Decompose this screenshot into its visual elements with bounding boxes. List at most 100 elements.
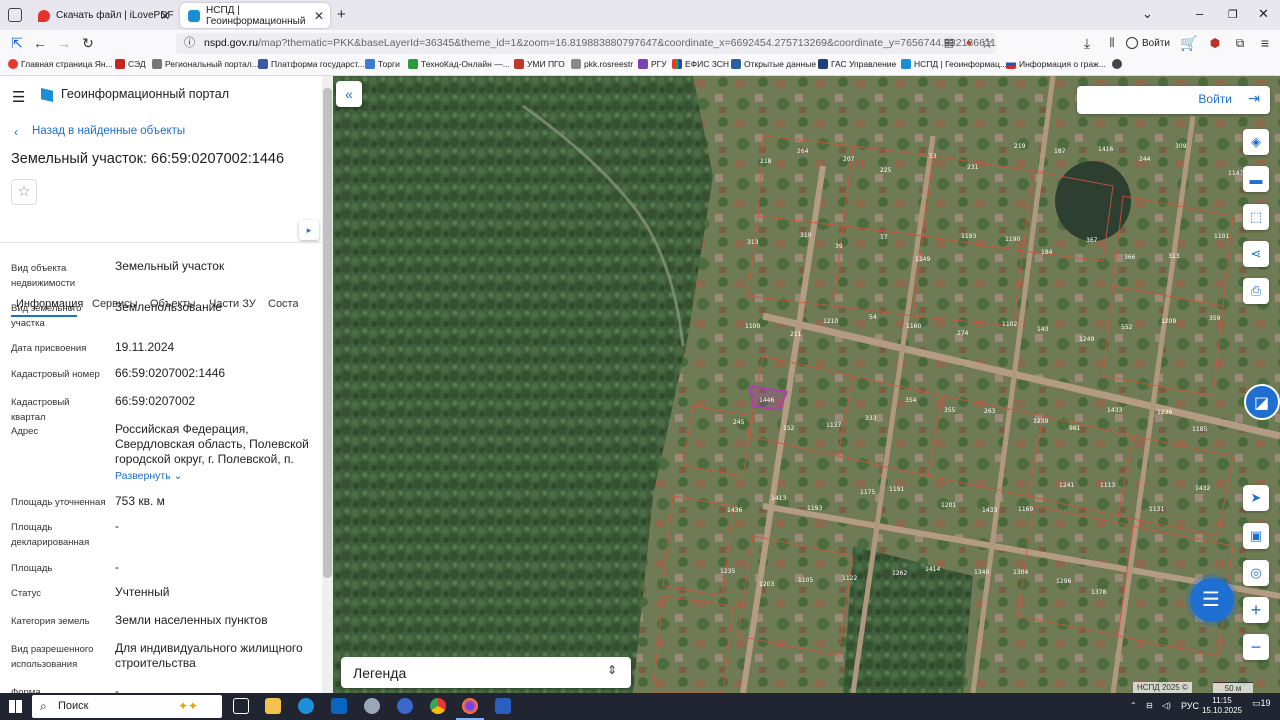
scrollbar-thumb[interactable] [323, 88, 332, 578]
measure-button[interactable]: ▬ [1243, 166, 1269, 192]
expand-link[interactable]: Развернуть ⌄ [115, 470, 182, 482]
print-button[interactable]: ⎙ [1243, 278, 1269, 304]
bookmark-item[interactable]: НСПД | Геоинформац... [901, 59, 1007, 69]
collapse-panel-button[interactable]: « [336, 81, 362, 107]
back-link[interactable]: Назад в найденные объекты [32, 125, 185, 137]
map-view[interactable]: 1446 218 264 207 225 53 231 219 187 1416 244 309 11… [333, 76, 1280, 693]
tab-list-chevron-icon[interactable]: ⌄ [1142, 6, 1153, 22]
field-value: Земли населенных пунктов [115, 613, 268, 627]
library-icon[interactable]: ⫼ [1103, 34, 1121, 52]
login-button[interactable]: Войти ⇥ [1077, 86, 1270, 114]
plot-number-label: 552 [1121, 324, 1133, 331]
object-info-panel: ☰ Геоинформационный портал ‹ Назад в най… [0, 76, 333, 693]
chrome-icon[interactable] [430, 698, 446, 714]
bookmark-item[interactable]: ГАС Управление [818, 59, 896, 69]
bookmark-item[interactable]: Платформа государст... [258, 59, 364, 69]
bookmark-item[interactable]: ТехноКад-Онлайн —... [408, 59, 510, 69]
tabs-divider [0, 242, 322, 243]
plot-number-label: 1413 [771, 495, 786, 502]
bookmark-item[interactable]: УМИ ПГО [514, 59, 565, 69]
field-label: Адрес [11, 426, 39, 437]
new-tab-icon[interactable]: + [337, 6, 346, 23]
yandex-browser-icon[interactable] [397, 698, 413, 714]
zoom-in-button[interactable]: + [1243, 597, 1269, 623]
bookmark-item[interactable] [1112, 59, 1125, 69]
close-icon[interactable]: ✕ [160, 9, 170, 23]
download-icon[interactable]: ⤓ [1078, 34, 1096, 52]
bookmark-item[interactable]: Информация о граж... [1006, 59, 1106, 69]
close-icon[interactable]: ✕ [314, 9, 324, 23]
bookmark-item[interactable]: Главная страница Ян... [8, 59, 113, 69]
file-explorer-icon[interactable] [265, 698, 281, 714]
outlook-icon[interactable] [331, 698, 347, 714]
open-data-icon [731, 59, 741, 69]
volume-icon[interactable]: ◁) [1162, 701, 1171, 711]
tab-list-icon[interactable] [8, 8, 22, 22]
restore-icon[interactable]: ❐ [1228, 8, 1238, 21]
tab-nspd[interactable]: НСПД | Геоинформационный ✕ [180, 3, 330, 28]
layers-button[interactable]: ◈ [1243, 129, 1269, 155]
windows-start-icon[interactable] [9, 700, 22, 713]
address-bar[interactable]: ⓘ nspd.gov.ru/map?thematic=PKK&baseLayer… [176, 33, 996, 54]
navigate-button[interactable]: ➤ [1243, 485, 1269, 511]
cart-icon[interactable]: 🛒 [1180, 34, 1198, 52]
minimap-button[interactable]: ▣ [1243, 523, 1269, 549]
tabs-scroll-right-icon[interactable]: ▸ [299, 220, 319, 240]
menu-icon[interactable]: ≡ [1256, 34, 1274, 52]
hamburger-menu-icon[interactable]: ☰ [12, 88, 25, 106]
bookmark-star-icon[interactable]: ☆ [978, 34, 996, 52]
bookmark-item[interactable]: ЕФИС ЗСН [672, 59, 729, 69]
back-chevron-icon[interactable]: ‹ [14, 125, 18, 139]
plot-number-label: 310 [800, 232, 812, 239]
favorite-star-icon[interactable]: ☆ [11, 179, 37, 205]
notifications-icon[interactable]: ▭19 [1252, 698, 1271, 708]
word-document-icon[interactable] [495, 698, 511, 714]
satellite-map[interactable]: 1446 218 264 207 225 53 231 219 187 1416 244 309 11… [333, 76, 1280, 693]
field-label: Кадастровый номер [11, 369, 100, 380]
layers-icon: ◈ [1251, 134, 1261, 149]
support-chat-button[interactable]: ☰ [1190, 578, 1234, 622]
bookmark-item[interactable]: Открытые данные [731, 59, 816, 69]
taskbar-search[interactable]: ⌕ Поиск ✦✦ [32, 695, 222, 718]
back-arrow-icon[interactable]: ← [31, 34, 49, 52]
plot-number-label: 219 [1014, 143, 1026, 150]
reload-icon[interactable]: ↻ [79, 34, 97, 52]
language-indicator[interactable]: РУС [1181, 701, 1199, 711]
legend-dropdown[interactable]: Легенда ⇕ [341, 657, 631, 688]
panel-scrollbar[interactable] [322, 76, 333, 693]
extensions-puzzle-icon[interactable]: ⧉ [1231, 34, 1249, 52]
bookmark-item[interactable]: РГУ [638, 59, 667, 69]
clock[interactable]: 11:15 15.10.2025 [1200, 696, 1244, 716]
select-area-button[interactable]: ⬚ [1243, 204, 1269, 230]
reader-view-icon[interactable]: ▤ [940, 34, 958, 52]
minimize-icon[interactable]: – [1196, 6, 1203, 21]
extension-icon[interactable]: ● [960, 34, 978, 52]
window-close-icon[interactable]: ✕ [1258, 6, 1269, 22]
extension-shield-icon[interactable]: ⬢ [1206, 34, 1224, 52]
locate-button[interactable]: ◎ [1243, 560, 1269, 586]
chat-assistant-button[interactable]: ◪ [1244, 384, 1280, 420]
share-icon[interactable]: ⇱ [8, 34, 26, 52]
account-button[interactable]: Войти [1126, 34, 1170, 52]
share-button[interactable]: ⋖ [1243, 241, 1269, 267]
site-info-icon[interactable]: ⓘ [184, 33, 195, 54]
login-label: Войти [1198, 92, 1232, 106]
plot-number-label: 218 [760, 158, 772, 165]
network-icon[interactable]: ⊟ [1146, 701, 1153, 711]
rgu-icon [638, 59, 648, 69]
zoom-out-button[interactable]: − [1243, 634, 1269, 660]
tab-ilovepdf[interactable]: Скачать файл | iLovePDF ✕ [30, 3, 176, 28]
bookmark-item[interactable]: Региональный портал... [152, 59, 259, 69]
plot-number-label: 1175 [860, 489, 875, 496]
task-view-icon[interactable] [233, 698, 249, 714]
chevron-down-icon: ⌄ [173, 470, 183, 482]
bookmark-item[interactable]: pkk.rosreestr [571, 59, 633, 69]
forward-arrow-icon[interactable]: → [55, 34, 73, 52]
edge-icon[interactable] [298, 698, 314, 714]
firefox-icon[interactable] [462, 698, 478, 714]
bookmark-item[interactable]: Торги [365, 59, 400, 69]
messenger-icon[interactable] [364, 698, 380, 714]
tray-chevron-icon[interactable]: ⌃ [1130, 701, 1137, 711]
field-label: Кадастровый квартал [11, 397, 70, 423]
bookmark-item[interactable]: СЭД [115, 59, 146, 69]
